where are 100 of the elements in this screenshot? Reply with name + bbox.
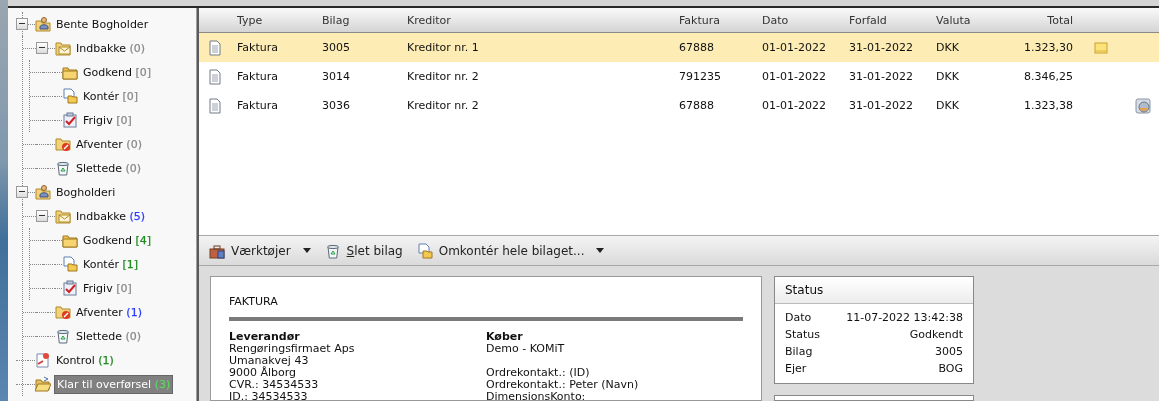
address-line: DimensionsKonto:: [486, 391, 587, 401]
tree-item[interactable]: Godkend [0]: [81, 63, 154, 81]
document-icon: [207, 97, 223, 114]
column-header[interactable]: Dato: [762, 10, 849, 30]
folder-stop-icon: [55, 304, 71, 320]
collapse-toggle[interactable]: [36, 210, 48, 222]
tree-item[interactable]: Slettede (0): [74, 159, 144, 177]
table-cell-text: 31-01-2022: [849, 41, 914, 54]
tree-item[interactable]: Afventer (0): [74, 135, 144, 153]
trash-icon: [55, 160, 71, 176]
table-cell-text: 1.323,30: [1023, 41, 1073, 54]
item-count: [1]: [122, 257, 139, 271]
tree-item[interactable]: Klar til overførsel (3): [54, 374, 174, 394]
item-count: (3): [154, 377, 171, 391]
table-row[interactable]: Faktura 3036 Kreditor nr. 2 67888 01-01-2022 31-01-2022 DKK 1.323,38: [199, 91, 1159, 120]
trash-icon: [324, 242, 341, 259]
tree-item[interactable]: Kontrol (1): [54, 351, 116, 369]
tree-item[interactable]: Bente Bogholder: [54, 15, 151, 33]
user-folder-icon: [35, 184, 51, 200]
envelope-folder-icon: [55, 40, 71, 56]
folder-icon: [62, 232, 78, 248]
table-cell-text: Kreditor nr. 1: [407, 41, 480, 54]
folder-icon: [62, 64, 78, 80]
document-title: FAKTURA: [229, 295, 279, 308]
tree-item[interactable]: Frigiv [0]: [81, 279, 134, 297]
collapse-toggle[interactable]: [16, 186, 28, 198]
toolbar-button[interactable]: Slet bilag: [320, 240, 407, 261]
table-row[interactable]: Faktura 3005 Kreditor nr. 1 67888 01-01-2022 31-01-2022 DKK 1.323,30: [199, 33, 1159, 62]
toolbar-button[interactable]: Omkontér hele bilaget...: [412, 240, 609, 261]
item-count: [0]: [135, 65, 152, 79]
table-cell-text: 01-01-2022: [762, 99, 827, 112]
column-header[interactable]: Forfald: [849, 10, 936, 30]
column-header[interactable]: Bilag: [322, 10, 407, 30]
table-cell-text: 1.323,38: [1023, 99, 1073, 112]
tree-item[interactable]: Indbakke (0): [74, 39, 148, 57]
item-count: (0): [125, 329, 142, 343]
table-cell-text: 67888: [679, 99, 715, 112]
table-cell-text: 67888: [679, 41, 715, 54]
address-line: Ordrekontakt.: Peter (Navn): [486, 379, 640, 391]
item-count: [0]: [116, 113, 132, 127]
folder-stop-icon: [55, 136, 71, 152]
collapse-toggle[interactable]: [36, 42, 48, 54]
table-cell-text: DKK: [936, 70, 960, 83]
address-line: ID.: 34534533: [229, 391, 309, 401]
tree-item[interactable]: Kontér [1]: [81, 255, 141, 273]
document-pin-icon: [35, 352, 51, 368]
clipboard-check-icon: [62, 280, 78, 296]
toolbox-icon: [209, 242, 225, 259]
tree-item[interactable]: Frigiv [0]: [81, 111, 134, 129]
column-header[interactable]: Kreditor: [407, 10, 679, 30]
document-folder-icon: [62, 256, 78, 272]
clipboard-check-icon: [62, 112, 78, 128]
address-line: 9000 Ålborg: [229, 367, 298, 379]
address-line: Ordrekontakt.: (ID): [486, 367, 591, 379]
table-cell-text: 3014: [322, 70, 351, 83]
document-icon: [207, 68, 223, 85]
trash-icon: [55, 328, 71, 344]
table-cell-text: 31-01-2022: [849, 70, 914, 83]
item-count: (1): [98, 353, 114, 367]
table-cell-text: Kreditor nr. 2: [407, 99, 480, 112]
table-cell-text: Faktura: [237, 99, 279, 112]
tree-item[interactable]: Bogholderi: [54, 183, 118, 201]
column-header[interactable]: Type: [237, 10, 322, 30]
table-cell-text: 01-01-2022: [762, 70, 827, 83]
tree-item[interactable]: Godkend [4]: [81, 231, 154, 249]
field-value: Godkendt: [909, 328, 963, 341]
column-header[interactable]: Total: [996, 10, 1073, 30]
field-label: Dato: [785, 311, 812, 324]
tree-item[interactable]: Indbakke (5): [74, 207, 148, 225]
tree-item[interactable]: Slettede (0): [74, 327, 144, 345]
table-cell-text: 3005: [322, 41, 351, 54]
item-count: (1): [126, 305, 142, 319]
toolbar-button[interactable]: Værktøjer: [205, 240, 315, 261]
address-line: Rengøringsfirmaet Aps: [229, 343, 356, 355]
document-icon: [207, 39, 223, 56]
user-folder-icon: [35, 16, 51, 32]
table-cell-text: DKK: [936, 41, 960, 54]
table-cell-text: 01-01-2022: [762, 41, 827, 54]
tree-item[interactable]: Kontér [0]: [81, 87, 141, 105]
section-heading: Køber: [486, 331, 524, 343]
address-line: Umanakvej 43: [229, 355, 310, 367]
item-count: (0): [129, 41, 146, 55]
address-line: CVR.: 34534533: [229, 379, 320, 391]
table-row[interactable]: Faktura 3014 Kreditor nr. 2 791235 01-01-2022 31-01-2022 DKK 8.346,25: [199, 62, 1159, 91]
table-cell-text: 8.346,25: [1023, 70, 1073, 83]
collapse-toggle[interactable]: [16, 18, 28, 30]
item-count: [0]: [122, 89, 139, 103]
column-header[interactable]: Faktura: [679, 10, 762, 30]
field-label: Ejer: [785, 362, 807, 375]
field-value: 3005: [935, 345, 963, 358]
tree-item[interactable]: Afventer (1): [74, 303, 144, 321]
field-value: BOG: [938, 362, 963, 375]
item-count: [0]: [116, 281, 132, 295]
document-folder-icon: [416, 242, 433, 259]
envelope-folder-icon: [55, 208, 71, 224]
item-count: (0): [126, 137, 142, 151]
field-label: Status: [785, 328, 821, 341]
table-cell-text: 791235: [679, 70, 722, 83]
column-header[interactable]: Valuta: [936, 10, 996, 30]
field-label: Bilag: [785, 345, 813, 358]
